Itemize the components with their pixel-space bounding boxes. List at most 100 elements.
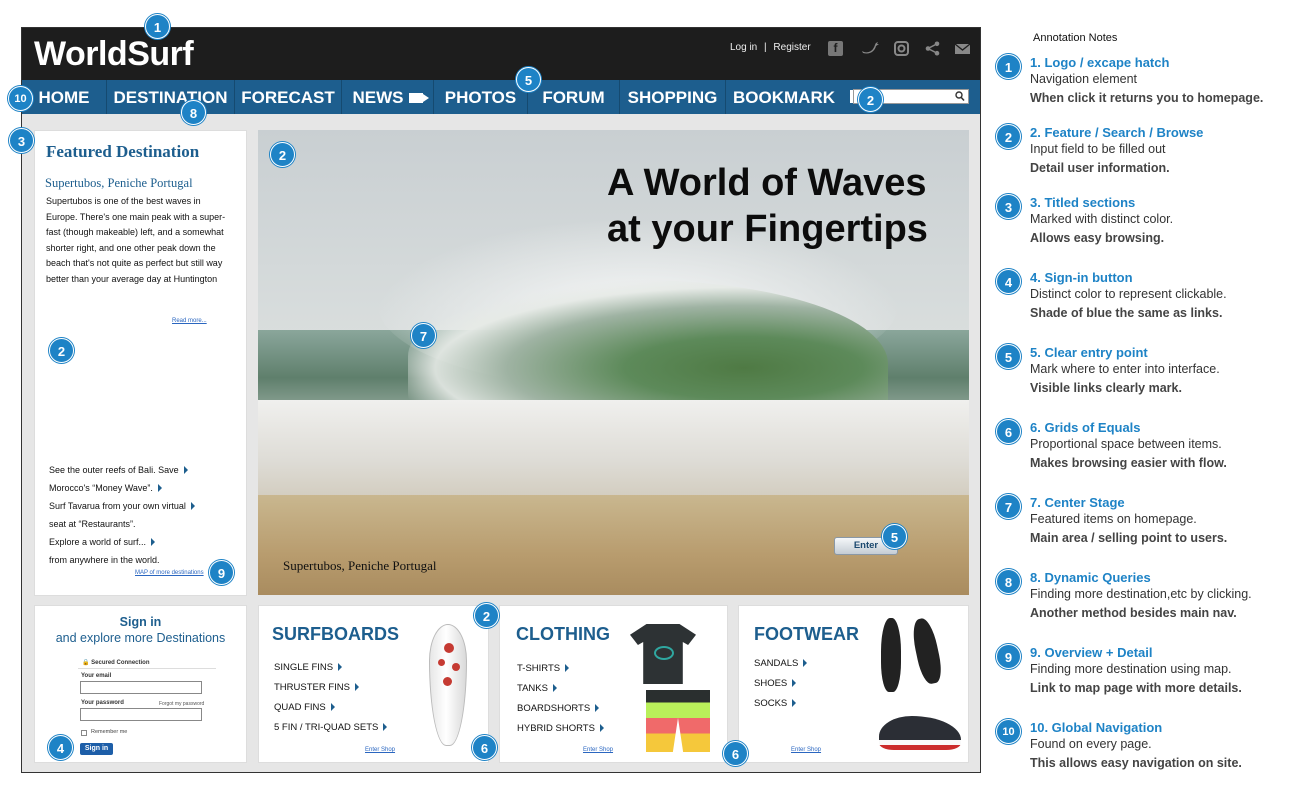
nav-forecast[interactable]: FORECAST — [235, 80, 342, 114]
shop-card-title[interactable]: SURFBOARDS — [272, 624, 399, 645]
enter-shop-link[interactable]: Enter Shop — [365, 747, 395, 753]
note-description: Navigation element — [1030, 72, 1138, 86]
shop-item[interactable]: QUAD FINS — [274, 698, 387, 718]
shop-item[interactable]: 5 FIN / TRI-QUAD SETS — [274, 718, 388, 738]
shop-card-list: SANDALS SHOES SOCKS — [754, 654, 808, 714]
shop-card-title[interactable]: CLOTHING — [516, 624, 610, 645]
map-link[interactable]: MAP of more destinations — [135, 570, 204, 576]
remember-me-checkbox[interactable] — [81, 730, 87, 736]
annotation-marker-5: 5 — [516, 67, 541, 92]
destination-links: See the outer reefs of Bali. Save Morocc… — [49, 461, 239, 569]
enter-shop-link[interactable]: Enter Shop — [583, 747, 613, 753]
note-title: 3. Titled sections — [1030, 195, 1136, 210]
login-link[interactable]: Log in — [730, 42, 757, 53]
annotation-note: 5 5. Clear entry point Mark where to ent… — [996, 344, 1296, 404]
destination-link-morocco[interactable]: Morocco's “Money Wave”. — [49, 479, 239, 497]
shop-item[interactable]: TANKS — [517, 679, 604, 699]
nav-home[interactable]: HOME — [22, 80, 107, 114]
annotation-marker-2: 2 — [474, 603, 499, 628]
annotation-note: 7 7. Center Stage Featured items on home… — [996, 494, 1296, 554]
shoe-image — [879, 716, 961, 750]
note-title: 1. Logo / excape hatch — [1030, 55, 1170, 70]
arrow-right-icon — [190, 502, 195, 510]
note-number: 10 — [996, 719, 1021, 744]
arrow-right-icon — [599, 724, 604, 732]
note-emphasis: Main area / selling point to users. — [1030, 531, 1228, 545]
shop-item[interactable]: SINGLE FINS — [274, 658, 387, 678]
nav-photos[interactable]: PHOTOS — [434, 80, 528, 114]
annotation-note: 3 3. Titled sections Marked with distinc… — [996, 194, 1296, 254]
twitter-icon[interactable] — [860, 41, 880, 56]
featured-subtitle[interactable]: Supertubos, Peniche Portugal — [45, 176, 193, 191]
destination-link-bali[interactable]: See the outer reefs of Bali. Save — [49, 461, 239, 479]
nav-destination[interactable]: DESTINATION — [107, 80, 235, 114]
signin-button[interactable]: Sign in — [80, 743, 113, 755]
note-number: 9 — [996, 644, 1021, 669]
register-link[interactable]: Register — [773, 42, 810, 53]
annotation-marker-6: 6 — [472, 735, 497, 760]
share-icon[interactable] — [925, 41, 940, 56]
shop-card-title[interactable]: FOOTWEAR — [754, 624, 859, 645]
destination-link-world[interactable]: Explore a world of surf... — [49, 533, 239, 551]
global-navigation: HOME DESTINATION FORECAST NEWS PHOTOS FO… — [22, 80, 980, 114]
hero-caption: Supertubos, Peniche Portugal — [283, 558, 437, 573]
note-description: Mark where to enter into interface. — [1030, 362, 1220, 376]
note-emphasis: Detail user information. — [1030, 161, 1170, 175]
nav-forum[interactable]: FORUM — [528, 80, 620, 114]
enter-shop-link[interactable]: Enter Shop — [791, 747, 821, 753]
instagram-icon[interactable] — [894, 41, 909, 56]
annotation-marker-5: 5 — [882, 524, 907, 549]
annotation-note: 2 2. Feature / Search / Browse Input fie… — [996, 124, 1296, 184]
video-camera-icon — [408, 93, 429, 103]
annotation-note: 10 10. Global Navigation Found on every … — [996, 719, 1296, 779]
arrow-right-icon — [792, 679, 797, 687]
note-description: Finding more destination,etc by clicking… — [1030, 587, 1252, 601]
note-number: 3 — [996, 194, 1021, 219]
remember-me-label: Remember me — [91, 729, 128, 735]
destination-link-tavarua[interactable]: Surf Tavarua from your own virtual — [49, 497, 239, 515]
annotation-marker-4: 4 — [48, 735, 73, 760]
note-emphasis: When click it returns you to homepage. — [1030, 91, 1264, 105]
note-title: 7. Center Stage — [1030, 495, 1125, 510]
hero-foam — [258, 400, 969, 510]
note-emphasis: Allows easy browsing. — [1030, 231, 1165, 245]
shop-card-list: SINGLE FINS THRUSTER FINS QUAD FINS 5 FI… — [274, 658, 388, 738]
shop-item[interactable]: SHOES — [754, 674, 807, 694]
tshirt-logo — [654, 646, 674, 660]
destination-link-tavarua-cont: seat at “Restaurants”. — [49, 519, 136, 529]
shop-item[interactable]: THRUSTER FINS — [274, 678, 387, 698]
shop-item[interactable]: SOCKS — [754, 694, 807, 714]
note-description: Input field to be filled out — [1030, 142, 1166, 156]
email-field[interactable] — [80, 681, 202, 694]
note-title: 10. Global Navigation — [1030, 720, 1163, 735]
search-icon[interactable] — [955, 91, 965, 105]
auth-separator: | — [764, 42, 767, 53]
note-title: 2. Feature / Search / Browse — [1030, 125, 1204, 140]
nav-news[interactable]: NEWS — [342, 80, 434, 114]
nav-shopping[interactable]: SHOPPING — [620, 80, 726, 114]
password-label: Your password — [81, 700, 124, 706]
shop-item[interactable]: HYBRID SHORTS — [517, 719, 604, 739]
nav-bookmark[interactable]: BOOKMARK — [726, 80, 842, 114]
arrow-right-icon — [595, 704, 600, 712]
email-icon[interactable] — [954, 41, 971, 56]
shop-item[interactable]: SANDALS — [754, 654, 808, 674]
note-number: 1 — [996, 54, 1021, 79]
arrow-right-icon — [803, 659, 808, 667]
shop-card-footwear: FOOTWEAR SANDALS SHOES SOCKS Enter Shop — [738, 605, 969, 763]
annotation-marker-3: 3 — [9, 128, 34, 153]
forgot-password-link[interactable]: Forgot my password — [159, 701, 204, 707]
lock-icon: 🔒 — [82, 660, 90, 666]
shop-item[interactable]: BOARDSHORTS — [517, 699, 604, 719]
signin-title: Sign in — [119, 615, 162, 629]
arrow-right-icon — [792, 699, 797, 707]
featured-destination-panel: Featured Destination Supertubos, Peniche… — [34, 130, 247, 596]
logo[interactable]: WorldSurf — [34, 35, 194, 74]
password-field[interactable] — [80, 708, 202, 721]
read-more-link[interactable]: Read more... — [172, 318, 207, 324]
shop-item[interactable]: T-SHIRTS — [517, 659, 604, 679]
shop-card-list: T-SHIRTS TANKS BOARDSHORTS HYBRID SHORTS — [517, 659, 604, 739]
facebook-icon[interactable]: f — [828, 41, 843, 56]
note-emphasis: This allows easy navigation on site. — [1030, 756, 1242, 770]
note-emphasis: Makes browsing easier with flow. — [1030, 456, 1227, 470]
